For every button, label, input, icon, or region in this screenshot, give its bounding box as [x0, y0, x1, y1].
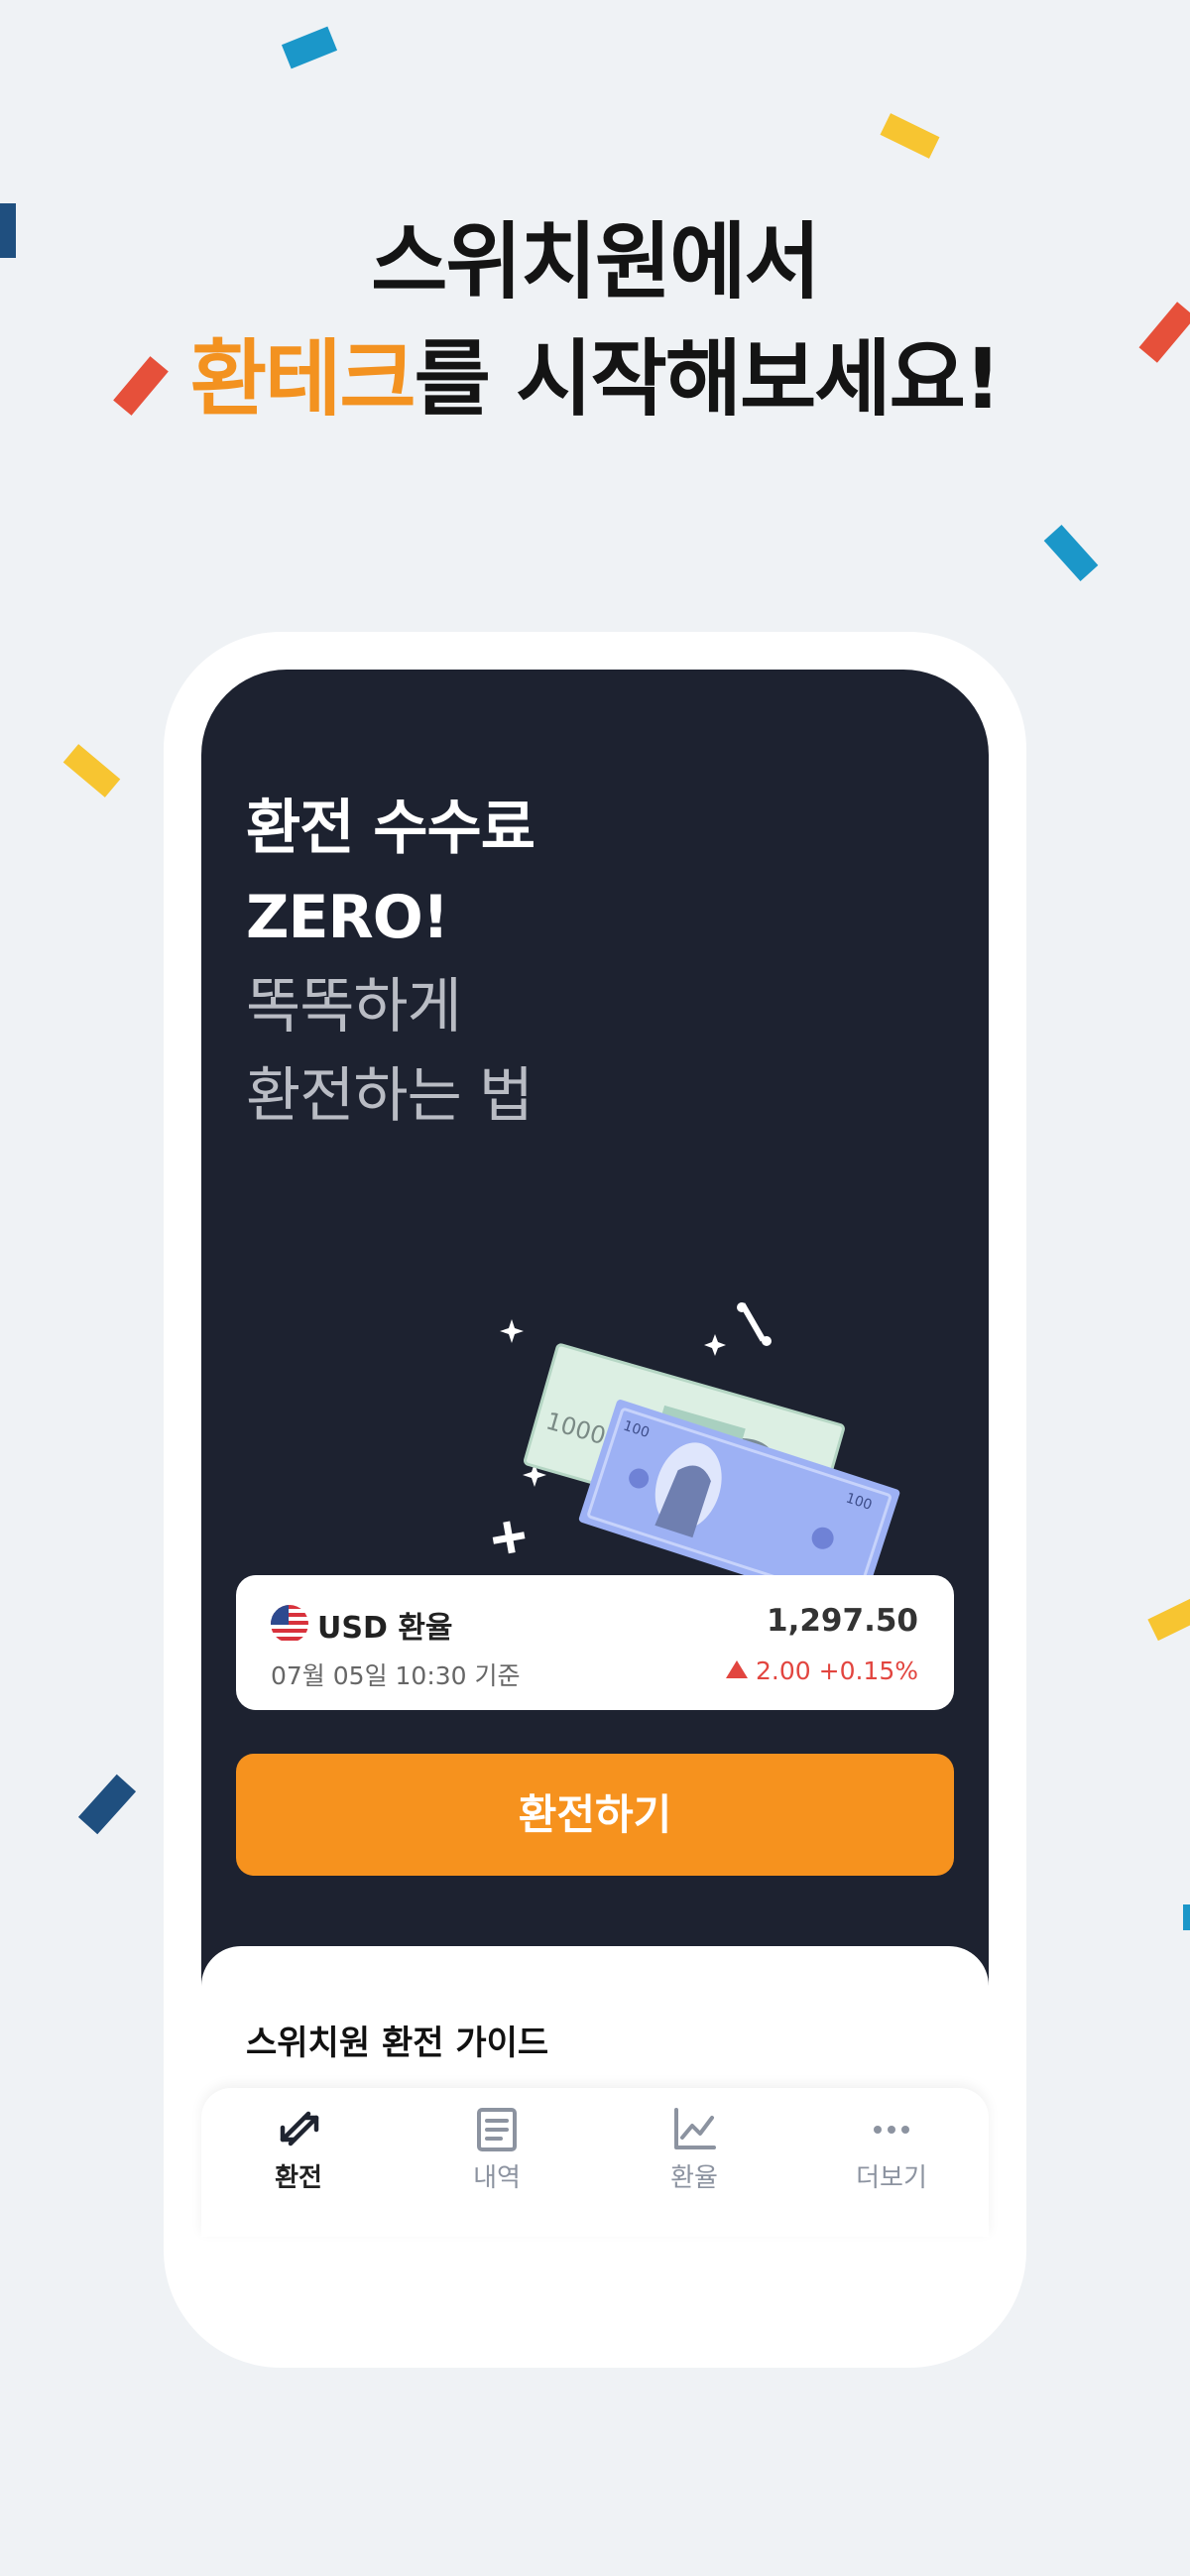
headline-rest: 를 시작해보세요!: [414, 330, 1003, 428]
plus-icon: [492, 1521, 526, 1554]
confetti-navy: [77, 1774, 137, 1835]
confetti-yellow: [880, 113, 940, 159]
tab-label: 환율: [670, 2163, 718, 2193]
usd-rate-card[interactable]: USD 환율 07월 05일 10:30 기준 1,297.50 2.00 +0…: [236, 1575, 954, 1710]
tab-label: 내역: [473, 2163, 521, 2193]
sparkle-icon: [500, 1319, 524, 1343]
exchange-arrows-icon: [280, 2111, 319, 2147]
promo-text: 환전 수수료 ZERO! 똑똑하게 환전하는 법: [246, 784, 536, 1141]
chart-icon: [674, 2108, 716, 2149]
headline: 스위치원에서 환테크를 시작해보세요!: [0, 203, 1190, 437]
more-dots-icon: [874, 2126, 909, 2134]
confetti-yellow: [1147, 1596, 1190, 1642]
promo-line4: 환전하는 법: [246, 1061, 534, 1131]
rate-timestamp: 07월 05일 10:30 기준: [271, 1661, 521, 1690]
rate-value: 1,297.50: [767, 1603, 918, 1639]
tab-label: 더보기: [856, 2163, 927, 2193]
percent-icon: [737, 1302, 772, 1346]
bottom-tab-bar: 환전 내역 환율 더보기: [201, 2088, 989, 2237]
exchange-button[interactable]: 환전하기: [236, 1754, 954, 1876]
guide-title: 스위치원 환전 가이드: [246, 2024, 549, 2063]
banknotes-illustration: 10000 100 100: [492, 1302, 900, 1587]
rate-change-text: 2.00 +0.15%: [756, 1656, 918, 1685]
promo-line2: ZERO!: [246, 883, 449, 952]
arrow-up-icon: [726, 1660, 749, 1678]
sparkle-icon: [704, 1334, 726, 1356]
rate-title: USD 환율: [317, 1611, 453, 1646]
promo-line1: 환전 수수료: [246, 794, 536, 863]
tab-label: 환전: [275, 2163, 322, 2193]
confetti-yellow: [62, 744, 121, 797]
headline-accent: 환테크: [189, 330, 416, 428]
app-screen: 환전 수수료 ZERO! 똑똑하게 환전하는 법 10000 100 100 U…: [201, 670, 989, 2187]
tab-history[interactable]: 내역: [437, 2106, 556, 2194]
document-icon: [477, 2108, 517, 2151]
headline-line1: 스위치원에서: [371, 213, 821, 310]
tab-exchange[interactable]: 환전: [239, 2106, 358, 2194]
confetti-blue: [281, 26, 338, 69]
tab-rates[interactable]: 환율: [635, 2106, 754, 2194]
headline-line2: 환테크를 시작해보세요!: [0, 320, 1190, 437]
tab-more[interactable]: 더보기: [832, 2106, 951, 2194]
promo-line3: 똑똑하게: [246, 972, 462, 1042]
rate-change: 2.00 +0.15%: [726, 1656, 918, 1685]
confetti-blue: [1043, 525, 1099, 581]
us-flag-icon: [271, 1605, 308, 1643]
confetti-blue: [1183, 1904, 1190, 1930]
